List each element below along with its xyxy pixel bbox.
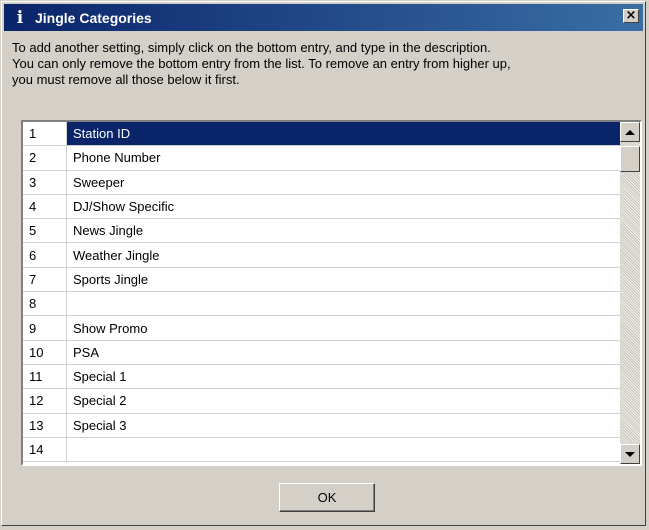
instruction-line: You can only remove the bottom entry fro… [12,56,511,71]
row-description[interactable]: PSA [67,341,620,364]
ok-button[interactable]: OK [279,483,375,512]
list-row[interactable]: 3 Sweeper [23,170,620,195]
row-number: 1 [23,122,67,146]
list-row[interactable]: 8 [23,292,620,317]
list-rows: 1 Station ID 2 Phone Number 3 Sweeper 4 DJ/Show… [23,122,620,463]
jingle-categories-dialog: i Jingle Categories × To add another set… [1,1,646,526]
row-description[interactable] [67,438,620,461]
row-description[interactable]: Sports Jingle [67,268,620,291]
row-description[interactable]: Special 3 [67,414,620,437]
row-number: 12 [23,389,67,413]
list-row[interactable]: 11 Special 1 [23,364,620,390]
list-row[interactable]: 1 Station ID [23,122,620,147]
close-button[interactable]: × [623,9,639,23]
row-number: 14 [23,437,67,462]
list-row[interactable]: 4 DJ/Show Specific [23,194,620,220]
row-description[interactable]: DJ/Show Specific [67,195,620,218]
close-icon: × [625,8,637,23]
row-number: 6 [23,243,67,267]
row-description[interactable]: Special 2 [67,389,620,412]
list-row[interactable]: 5 News Jingle [23,219,620,244]
row-number: 9 [23,316,67,340]
row-number: 5 [23,219,67,243]
list-row[interactable]: 12 Special 2 [23,389,620,414]
row-description[interactable]: Phone Number [67,146,620,169]
row-description[interactable]: Weather Jingle [67,243,620,266]
row-number: 2 [23,146,67,170]
row-number: 11 [23,364,67,389]
info-icon: i [16,7,24,28]
row-description[interactable]: Station ID [67,122,620,146]
row-description[interactable] [67,292,620,315]
instructions-text: To add another setting, simply click on … [12,40,642,88]
row-number: 13 [23,413,67,437]
instruction-line: you must remove all those below it first… [12,72,240,87]
scroll-down-button[interactable] [620,444,640,464]
list-row[interactable]: 6 Weather Jingle [23,243,620,268]
row-description[interactable]: Sweeper [67,171,620,194]
row-number: 10 [23,340,67,364]
arrow-down-icon [625,451,635,457]
row-number: 8 [23,292,67,316]
title-bar[interactable]: i Jingle Categories × [4,4,643,31]
list-row[interactable]: 2 Phone Number [23,146,620,171]
scroll-up-button[interactable] [620,122,640,142]
instruction-line: To add another setting, simply click on … [12,40,491,55]
vertical-scrollbar[interactable] [620,122,640,464]
arrow-up-icon [625,129,635,135]
list-row[interactable]: 9 Show Promo [23,316,620,341]
row-description[interactable]: Special 1 [67,365,620,388]
list-row[interactable]: 7 Sports Jingle [23,267,620,293]
row-description[interactable]: News Jingle [67,219,620,242]
list-row[interactable]: 13 Special 3 [23,413,620,438]
row-number: 3 [23,170,67,194]
scroll-thumb[interactable] [620,146,640,172]
list-row[interactable]: 14 [23,437,620,463]
row-number: 4 [23,194,67,219]
row-description[interactable]: Show Promo [67,316,620,339]
categories-list[interactable]: 1 Station ID 2 Phone Number 3 Sweeper 4 DJ/Show… [21,120,642,466]
window-title: Jingle Categories [35,9,152,26]
list-row[interactable]: 10 PSA [23,340,620,365]
row-number: 7 [23,267,67,292]
